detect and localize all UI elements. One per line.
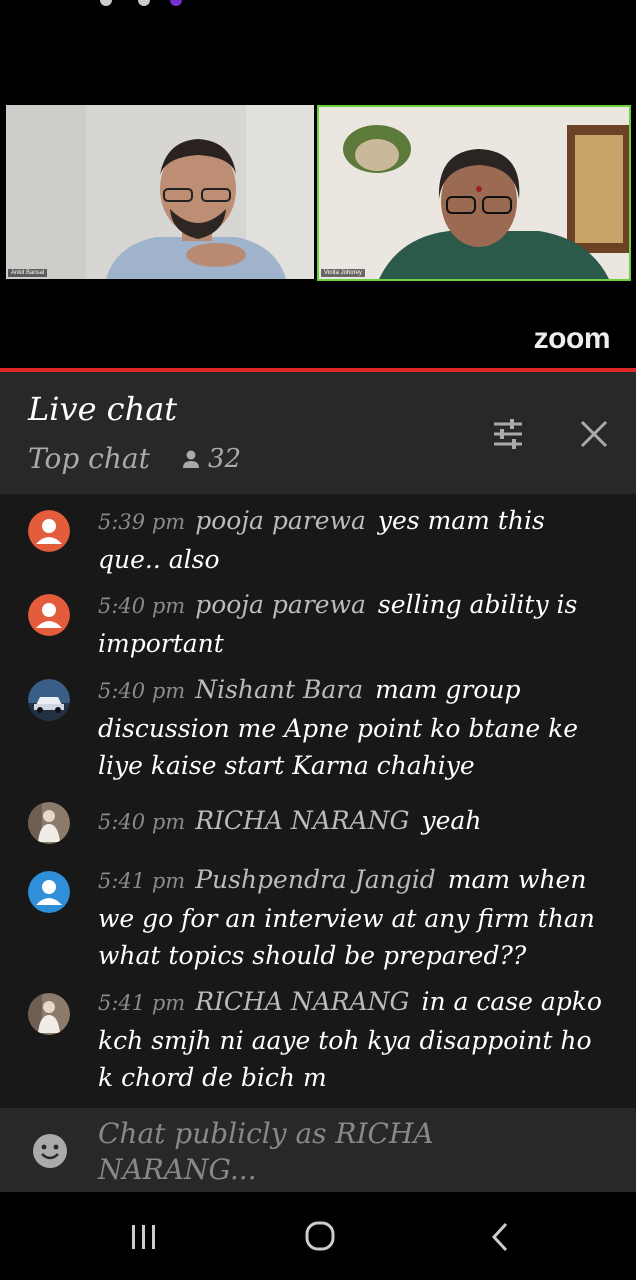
user-avatar[interactable] [28,993,70,1035]
close-chat-button[interactable] [576,416,612,452]
chat-title: Live chat [28,390,178,428]
viewer-count: 32 [180,444,241,474]
participant-video [6,105,314,279]
participant-tile-active[interactable]: Vinita Johorey [317,105,631,281]
message-author[interactable]: pooja parewa [195,506,366,535]
default-avatar-icon [28,594,70,636]
message-author[interactable]: pooja parewa [195,590,366,619]
message-author[interactable]: Nishant Bara [195,675,363,704]
photo-avatar-icon [28,802,70,844]
user-avatar[interactable] [28,679,70,721]
person-icon [183,450,199,468]
photo-avatar-icon [28,993,70,1035]
message-body: 5:41 pm Pushpendra Jangid mam when we go f… [98,861,612,974]
user-avatar[interactable] [28,871,70,913]
chat-input-bar: Chat publicly as RICHA NARANG... [0,1108,636,1192]
message-body: 5:40 pm RICHA NARANG yeah [98,802,612,841]
status-icon [100,0,112,6]
message-time: 5:41 pm [98,991,186,1015]
participant-video [319,107,629,279]
message-text: yeah [421,806,482,835]
message-time: 5:41 pm [98,869,186,893]
top-chat-selector[interactable]: Top chat [28,442,150,475]
recent-apps-button[interactable] [124,1220,164,1254]
participant-tile[interactable]: Ankit Bansal [6,105,314,279]
participant-name: Vinita Johorey [321,269,365,277]
chat-header: Live chat Top chat 32 [0,372,636,494]
zoom-logo: zoom [533,322,611,355]
smiley-icon [33,1134,67,1168]
status-icon [138,0,150,6]
message-author[interactable]: RICHA NARANG [195,806,409,835]
message-time: 5:40 pm [98,594,186,618]
home-icon [305,1221,335,1251]
chat-input[interactable]: Chat publicly as RICHA NARANG... [98,1116,518,1188]
car-photo-avatar-icon [28,679,70,721]
tune-icon [494,419,522,449]
user-avatar[interactable] [28,594,70,636]
system-nav-bar [0,1192,636,1280]
recent-apps-icon [132,1225,155,1249]
emoji-button[interactable] [32,1133,68,1169]
viewer-count-value: 32 [208,444,242,474]
message-author[interactable]: RICHA NARANG [195,987,409,1016]
participant-name: Ankit Bansal [8,269,48,277]
back-button[interactable] [480,1220,520,1254]
message-time: 5:40 pm [98,810,186,834]
home-button[interactable] [300,1220,340,1254]
filter-button[interactable] [490,416,526,452]
chat-message-list[interactable]: 5:39 pm pooja parewa yes mam this que.. al… [0,494,636,1108]
message-body: 5:39 pm pooja parewa yes mam this que.. al… [98,502,612,578]
video-area[interactable]: Ankit Bansal Vinita Johorey zoom [0,14,636,368]
user-avatar[interactable] [28,802,70,844]
back-icon [491,1222,508,1252]
message-time: 5:40 pm [98,679,186,703]
default-avatar-icon [28,871,70,913]
message-author[interactable]: Pushpendra Jangid [195,865,436,894]
user-avatar[interactable] [28,510,70,552]
message-body: 5:40 pm pooja parewa selling ability is im… [98,586,612,662]
message-body: 5:40 pm Nishant Bara mam group discussion … [98,671,612,784]
status-bar [0,0,636,14]
default-avatar-icon [28,510,70,552]
close-icon [580,420,608,448]
message-body: 5:41 pm RICHA NARANG in a case apko kch sm… [98,983,612,1096]
message-time: 5:39 pm [98,510,186,534]
status-icon [170,0,182,6]
